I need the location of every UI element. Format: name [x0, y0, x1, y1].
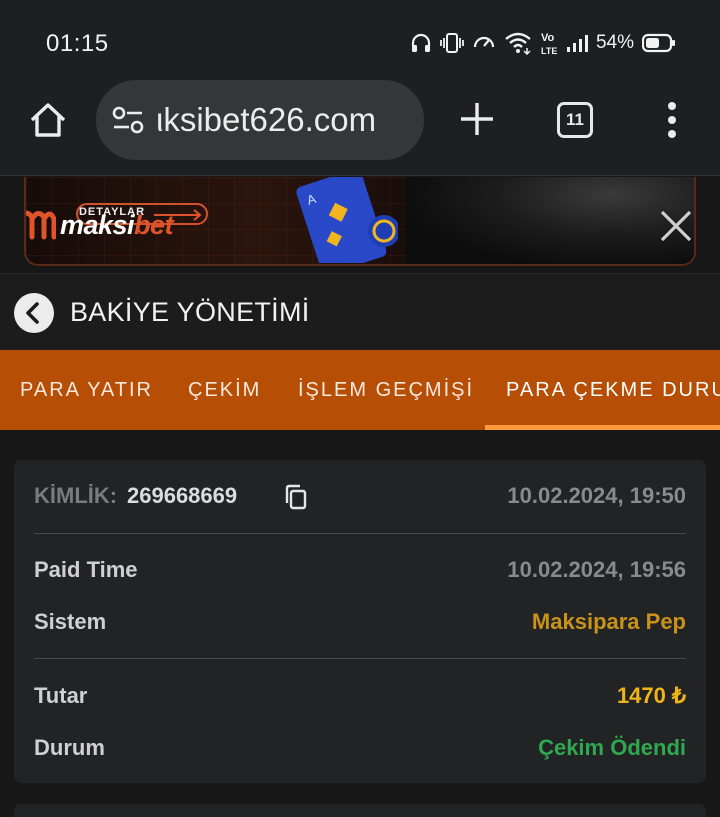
next-withdrawal-card [14, 804, 706, 817]
status-label: Durum [34, 735, 105, 760]
volte-icon: Vo LTE [541, 32, 557, 56]
tab-para-cekme-durumu[interactable]: PARA ÇEKME DURUMU [506, 379, 720, 402]
status-icons: Vo LTE 54% [410, 28, 676, 58]
id-value: 269668669 [127, 483, 238, 508]
divider [34, 533, 686, 534]
main-content: KİMLİK: 269668669 10.02.2024, 19:50 Paid… [0, 430, 720, 817]
maksibet-logo-icon [26, 210, 56, 240]
paid-time-row: Paid Time 10.02.2024, 19:56 [34, 557, 686, 587]
paid-time-label: Paid Time [34, 557, 138, 582]
browser-toolbar: ιksibet626.com 11 [0, 80, 720, 176]
close-icon[interactable] [658, 208, 694, 244]
wifi-icon [505, 32, 531, 55]
promo-person-image [406, 177, 694, 264]
withdrawal-card: KİMLİK: 269668669 10.02.2024, 19:50 Paid… [14, 460, 706, 783]
more-menu-icon[interactable] [664, 100, 680, 140]
amount-label: Tutar [34, 683, 88, 708]
amount-row: Tutar 1470 ₺ [34, 683, 686, 713]
tab-para-yatir[interactable]: PARA YATIR [20, 379, 153, 402]
battery-percent: 54% [595, 32, 634, 53]
logo-text-maksi: maksi [60, 210, 135, 240]
playing-card-image: A [296, 177, 398, 263]
svg-text:Vo: Vo [541, 32, 555, 44]
headphones-icon [411, 33, 431, 52]
status-row: Durum Çekim Ödendi [34, 735, 686, 765]
system-value: Maksipara Pep [531, 609, 686, 634]
signal-icon [566, 35, 588, 52]
id-label: KİMLİK: [34, 483, 118, 508]
address-bar[interactable]: ιksibet626.com [96, 80, 424, 160]
divider [34, 658, 686, 659]
new-tab-icon[interactable] [458, 100, 496, 138]
back-button[interactable] [14, 293, 54, 333]
chevron-left-icon [26, 302, 39, 324]
status-bar: 01:15 Vo LTE 54% [0, 0, 720, 80]
logo-text-bet: bet [134, 210, 174, 240]
maksibet-logo-text: maksibet [60, 210, 174, 241]
system-row: Sistem Maksipara Pep [34, 609, 686, 639]
promo-banner[interactable]: A DETAYLAR maksibet [24, 177, 696, 266]
balance-tabs: PARA YATIR ÇEKİM İŞLEM GEÇMİŞİ PARA ÇEKM… [0, 350, 720, 430]
id-row: KİMLİK: 269668669 10.02.2024, 19:50 [34, 483, 686, 513]
battery-icon [642, 33, 675, 53]
amount-value: 1470 ₺ [616, 683, 686, 708]
system-label: Sistem [34, 609, 107, 634]
tab-cekim[interactable]: ÇEKİM [188, 379, 261, 402]
data-saver-icon [473, 36, 495, 48]
status-value: Çekim Ödendi [538, 735, 686, 760]
page-title: BAKİYE YÖNETİMİ [70, 297, 310, 327]
svg-text:LTE: LTE [541, 46, 557, 56]
url-text[interactable]: ιksibet626.com [156, 101, 376, 139]
site-settings-icon[interactable] [112, 106, 144, 134]
page-header: BAKİYE YÖNETİMİ [0, 273, 720, 350]
home-icon[interactable] [28, 100, 68, 140]
status-time: 01:15 [46, 30, 109, 57]
created-date: 10.02.2024, 19:50 [507, 483, 686, 508]
tab-switcher-button[interactable]: 11 [557, 102, 593, 138]
paid-time-value: 10.02.2024, 19:56 [507, 557, 686, 582]
vibrate-icon [440, 33, 464, 53]
tab-islem-gecmisi[interactable]: İŞLEM GEÇMİŞİ [298, 379, 474, 402]
copy-icon[interactable] [284, 484, 308, 510]
